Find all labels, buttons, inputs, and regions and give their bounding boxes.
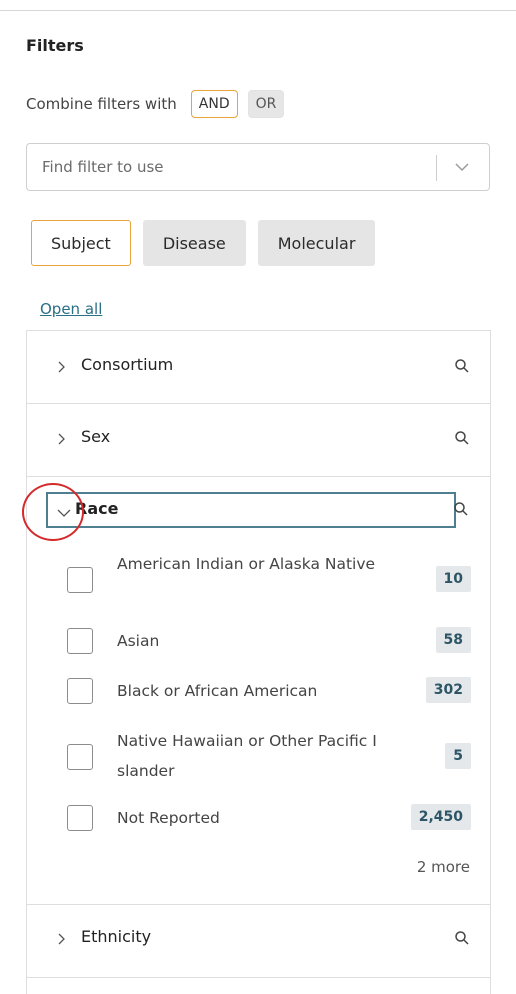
filter-tabs: Subject Disease Molecular <box>31 220 387 266</box>
count-badge: 302 <box>425 677 471 703</box>
checkbox[interactable] <box>67 744 93 770</box>
search-icon[interactable] <box>454 930 470 946</box>
tab-disease[interactable]: Disease <box>142 220 246 266</box>
search-icon[interactable] <box>454 430 470 446</box>
facet-ethnicity-title: Ethnicity <box>81 927 152 946</box>
or-operator-button[interactable]: OR <box>247 90 285 118</box>
facet-sex[interactable]: Sex <box>27 403 490 477</box>
option-label: Native Hawaiian or Other Pacific Islande… <box>117 732 377 780</box>
option-label: Asian <box>117 632 160 650</box>
count-badge: 10 <box>435 566 471 592</box>
race-option[interactable]: Native Hawaiian or Other Pacific Islande… <box>67 726 471 786</box>
open-all-link[interactable]: Open all <box>40 300 102 318</box>
option-label: Not Reported <box>117 809 220 827</box>
race-option[interactable]: American Indian or Alaska Native 10 <box>67 549 471 609</box>
checkbox[interactable] <box>67 567 93 593</box>
facet-sex-title: Sex <box>81 427 111 446</box>
count-badge: 2,450 <box>410 804 471 830</box>
race-option[interactable]: Asian 58 <box>67 626 471 656</box>
option-label: American Indian or Alaska Native <box>117 555 376 573</box>
annotation-circle <box>22 483 84 541</box>
checkbox[interactable] <box>67 805 93 831</box>
combine-filters-label: Combine filters with <box>26 95 177 113</box>
option-label: Black or African American <box>117 682 318 700</box>
and-operator-button[interactable]: AND <box>190 90 238 118</box>
tab-subject[interactable]: Subject <box>31 220 131 266</box>
chevron-right-icon <box>58 361 65 373</box>
chevron-right-icon <box>58 933 65 945</box>
race-option[interactable]: Black or African American 302 <box>67 676 471 706</box>
search-icon[interactable] <box>454 358 470 374</box>
chevron-right-icon <box>58 433 65 445</box>
tab-molecular[interactable]: Molecular <box>257 220 376 266</box>
checkbox[interactable] <box>67 628 93 654</box>
checkbox[interactable] <box>67 678 93 704</box>
chevron-down-icon[interactable] <box>453 158 471 176</box>
search-icon[interactable] <box>453 501 469 517</box>
select-separator <box>436 155 437 181</box>
count-badge: 5 <box>445 743 471 769</box>
facet-ethnicity[interactable]: Ethnicity <box>27 905 490 978</box>
race-option[interactable]: Not Reported 2,450 <box>67 803 471 833</box>
filters-heading: Filters <box>26 36 84 55</box>
combine-filters-row: Combine filters with AND OR <box>26 90 294 118</box>
facet-panel: Consortium Sex Race American Indian or A… <box>22 330 491 994</box>
facet-consortium[interactable]: Consortium <box>27 331 490 404</box>
find-filter-select[interactable]: Find filter to use <box>26 143 490 191</box>
show-more-link[interactable]: 2 more <box>417 858 470 876</box>
find-filter-placeholder: Find filter to use <box>42 158 164 176</box>
count-badge: 58 <box>435 627 471 653</box>
top-divider <box>0 10 516 11</box>
facet-consortium-title: Consortium <box>81 355 174 374</box>
